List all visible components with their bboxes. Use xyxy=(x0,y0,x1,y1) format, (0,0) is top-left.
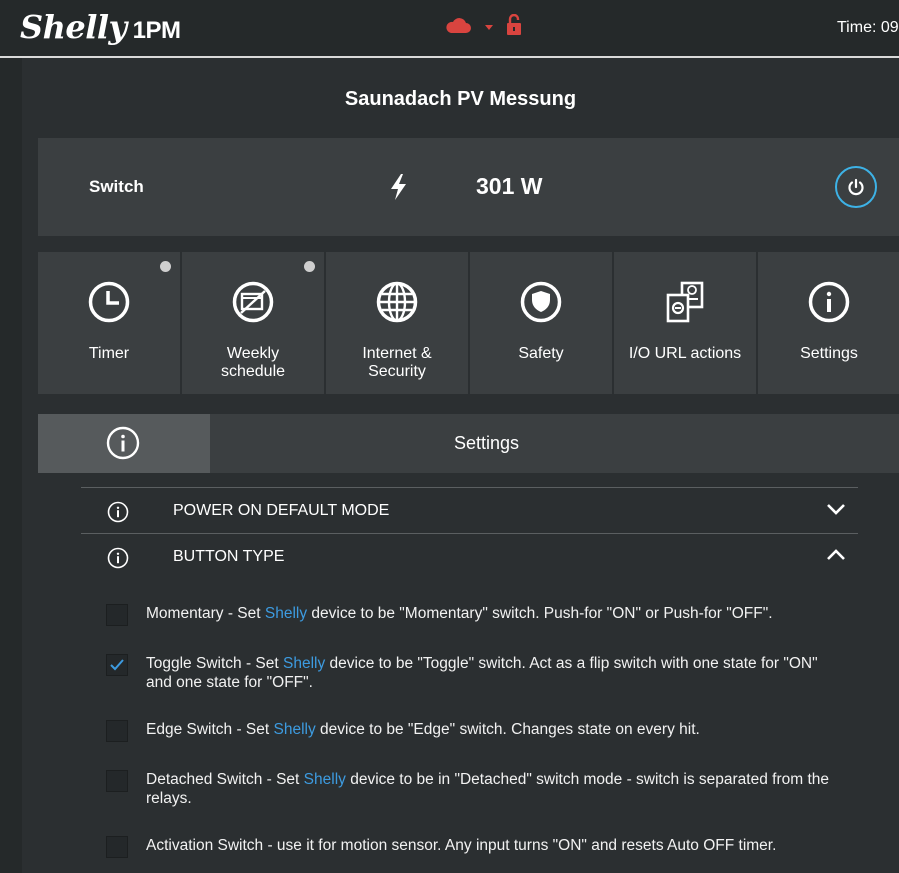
settings-title: Settings xyxy=(453,433,520,453)
signal-icon xyxy=(484,19,494,37)
tile-internet-security[interactable]: Internet & Security xyxy=(326,252,468,394)
power-reading: 301 W xyxy=(476,173,543,199)
accordion-title: BUTTON TYPE xyxy=(173,548,285,565)
tile-weekly-schedule[interactable]: Weekly schedule xyxy=(182,252,324,394)
info-icon xyxy=(808,281,850,323)
option-text-pre: Edge Switch - Set xyxy=(146,721,274,738)
accordion-button-type[interactable]: BUTTON TYPE xyxy=(81,533,858,579)
brand-logo: Shelly 1PM xyxy=(20,8,181,46)
option-text-post: device to be "Momentary" switch. Push-fo… xyxy=(307,605,773,622)
side-strip xyxy=(0,58,22,873)
status-icons xyxy=(444,13,522,41)
switch-card: Switch 301 W xyxy=(38,138,899,236)
option-text: Toggle Switch - Set Shelly device to be … xyxy=(146,654,836,692)
top-bar: Shelly 1PM Time: 09 xyxy=(0,0,899,56)
tile-label: Timer xyxy=(88,345,130,362)
tile-settings[interactable]: Settings xyxy=(758,252,899,394)
shield-icon xyxy=(520,281,562,323)
brand-name: Shelly xyxy=(20,8,127,46)
checkbox-toggle-switch[interactable] xyxy=(106,654,128,676)
option-text-pre: Detached Switch - Set xyxy=(146,771,304,788)
tile-io-url-actions[interactable]: I/O URL actions xyxy=(614,252,756,394)
tile-label: Safety xyxy=(518,345,564,362)
brand-link[interactable]: Shelly xyxy=(304,771,346,788)
switch-label: Switch xyxy=(89,177,144,196)
checkbox-edge-switch[interactable] xyxy=(106,720,128,742)
info-icon xyxy=(106,426,140,460)
info-icon xyxy=(107,547,129,569)
checkbox-detached-switch[interactable] xyxy=(106,770,128,792)
tile-label-group: Weekly schedule xyxy=(182,345,324,381)
tile-label-group: Internet & Security xyxy=(326,345,468,381)
globe-icon xyxy=(376,281,418,323)
calendar-icon xyxy=(232,281,274,323)
tile-label: I/O URL actions xyxy=(628,345,742,362)
time-display: Time: 09 xyxy=(837,19,899,36)
chevron-down-icon xyxy=(827,504,845,515)
tile-label-line1: Internet & xyxy=(362,345,432,362)
device-title: Saunadach PV Messung xyxy=(344,88,577,110)
tile-label-line2: schedule xyxy=(220,363,286,380)
brand-link[interactable]: Shelly xyxy=(274,721,316,738)
accordion-power-on-default-mode[interactable]: POWER ON DEFAULT MODE xyxy=(81,487,858,533)
info-icon xyxy=(107,501,129,523)
cloud-icon[interactable] xyxy=(444,16,472,39)
tile-label-line2: Security xyxy=(368,363,426,380)
checkbox-momentary[interactable] xyxy=(106,604,128,626)
status-dot xyxy=(304,261,315,272)
option-text: Edge Switch - Set Shelly device to be "E… xyxy=(146,720,836,739)
power-icon xyxy=(848,178,864,196)
checkbox-activation-switch[interactable] xyxy=(106,836,128,858)
settings-tab[interactable] xyxy=(38,414,210,473)
brand-link[interactable]: Shelly xyxy=(265,605,307,622)
option-text: Momentary - Set Shelly device to be "Mom… xyxy=(146,604,836,623)
brand-model: 1PM xyxy=(132,17,181,44)
option-text-pre: Toggle Switch - Set xyxy=(146,655,283,672)
option-text-post: device to be "Edge" switch. Changes stat… xyxy=(315,721,700,738)
status-dot xyxy=(160,261,171,272)
accordion-title: POWER ON DEFAULT MODE xyxy=(173,502,390,519)
tile-safety[interactable]: Safety xyxy=(470,252,612,394)
checkmark-icon xyxy=(110,659,124,671)
bolt-icon xyxy=(388,173,410,206)
clock-icon xyxy=(88,281,130,323)
tile-timer[interactable]: Timer xyxy=(38,252,180,394)
chevron-up-icon xyxy=(827,549,845,560)
option-text: Activation Switch - use it for motion se… xyxy=(146,836,836,855)
option-text-pre: Momentary - Set xyxy=(146,605,265,622)
option-text: Detached Switch - Set Shelly device to b… xyxy=(146,770,836,808)
tile-label: Settings xyxy=(800,345,858,362)
power-toggle-button[interactable] xyxy=(835,166,877,208)
tile-label-line1: Weekly xyxy=(226,345,280,362)
unlock-icon[interactable] xyxy=(506,13,522,41)
url-actions-icon xyxy=(666,281,704,323)
brand-link[interactable]: Shelly xyxy=(283,655,325,672)
option-text-pre: Activation Switch - use it for motion se… xyxy=(146,837,777,854)
settings-header: Settings xyxy=(38,414,899,473)
